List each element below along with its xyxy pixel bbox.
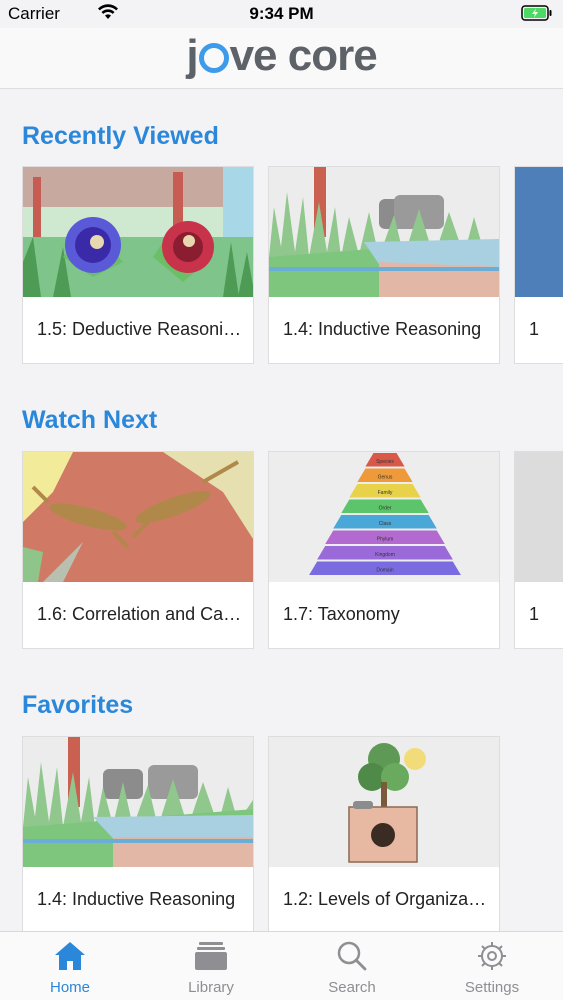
tab-label: Search — [328, 979, 376, 996]
pyramid-layer-label: Kingdom — [375, 552, 395, 558]
tab-search[interactable]: Search — [282, 932, 422, 1000]
video-title: 1 — [529, 604, 540, 624]
tab-label: Home — [49, 979, 90, 996]
tab-label: Library — [188, 979, 234, 996]
recently-viewed-carousel[interactable]: 1.5: Deductive Reasoning 1.4: Inductive … — [22, 166, 563, 366]
pyramid-layer-label: Order — [379, 505, 392, 511]
video-thumbnail — [23, 167, 253, 297]
video-thumbnail: Domain Kingdom Phylum Class Order Family Genus… — [269, 452, 499, 582]
pyramid-layer-label: Class — [379, 521, 392, 527]
video-title: 1.5: Deductive Reasoning — [37, 319, 243, 339]
status-bar: Carrier 9:34 PM — [0, 0, 563, 28]
video-thumbnail — [23, 737, 253, 867]
tab-library[interactable]: Library — [141, 932, 281, 1000]
pyramid-layer-label: Phylum — [377, 536, 394, 542]
tab-label: Settings — [464, 979, 520, 996]
video-card[interactable]: Domain Kingdom Phylum Class Order Family Genus… — [268, 451, 500, 649]
home-icon — [55, 942, 85, 970]
pyramid-layer-label: Domain — [376, 567, 393, 573]
pyramid-layer-label: Family — [378, 490, 393, 496]
clock: 9:34 PM — [249, 4, 314, 23]
video-card[interactable]: 1 — [514, 451, 563, 649]
video-title: 1.6: Correlation and Causation — [37, 604, 243, 624]
section-title-recently-viewed: Recently Viewed — [22, 122, 219, 150]
video-thumbnail — [515, 167, 563, 297]
battery-icon — [521, 5, 553, 26]
video-thumbnail — [269, 167, 499, 297]
library-icon — [195, 942, 227, 970]
video-card[interactable]: 1 — [514, 166, 563, 364]
video-card[interactable]: 1.2: Levels of Organization — [268, 736, 500, 934]
favorites-carousel[interactable]: 1.4: Inductive Reasoning 1.2: Levels of … — [22, 736, 563, 936]
video-thumbnail — [515, 452, 563, 582]
video-thumbnail — [23, 452, 253, 582]
search-icon — [337, 941, 367, 971]
video-title: 1.4: Inductive Reasoning — [37, 889, 236, 909]
video-card[interactable]: 1.4: Inductive Reasoning — [22, 736, 254, 934]
video-title: 1.7: Taxonomy — [283, 604, 400, 624]
gear-icon — [478, 942, 506, 970]
taxonomy-pyramid: Domain Kingdom Phylum Class Order Family Genus… — [269, 452, 499, 582]
tab-settings[interactable]: Settings — [422, 932, 562, 1000]
video-title: 1 — [529, 319, 540, 339]
video-card[interactable]: 1.5: Deductive Reasoning — [22, 166, 254, 364]
tab-bar: Home Library Search Settings — [0, 931, 563, 1000]
watch-next-carousel[interactable]: 1.6: Correlation and Causation Domain Kin… — [22, 451, 563, 651]
video-card[interactable]: 1.6: Correlation and Causation — [22, 451, 254, 649]
section-title-favorites: Favorites — [22, 691, 134, 719]
section-title-watch-next: Watch Next — [22, 406, 158, 434]
video-thumbnail — [269, 737, 499, 867]
video-title: 1.4: Inductive Reasoning — [283, 319, 482, 339]
pyramid-layer-label: Genus — [378, 474, 393, 480]
video-title: 1.2: Levels of Organization — [283, 889, 489, 909]
jove-core-logo: j ve core — [186, 31, 377, 80]
video-card[interactable]: 1.4: Inductive Reasoning — [268, 166, 500, 364]
app-header: j ve core — [0, 28, 563, 89]
tab-home[interactable]: Home — [0, 932, 140, 1000]
pyramid-layer-label: Species — [376, 459, 394, 465]
